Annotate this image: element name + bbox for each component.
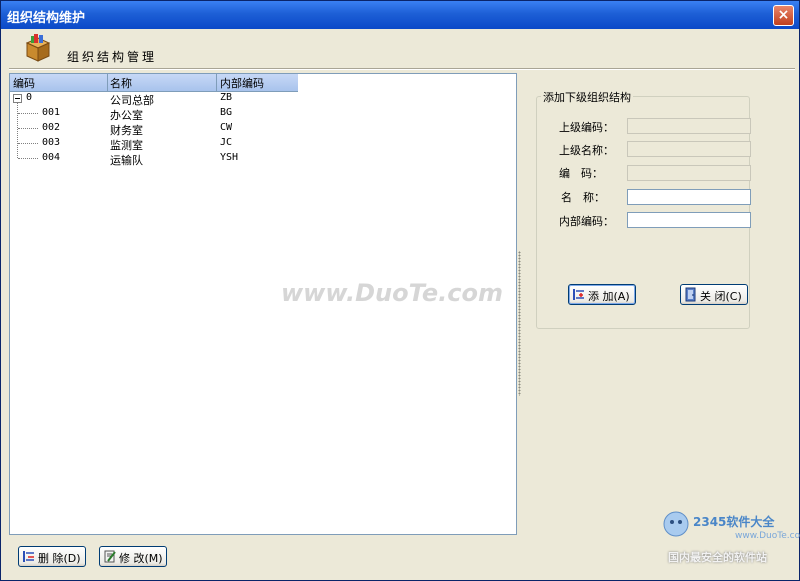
delete-icon (23, 551, 34, 562)
tree-row[interactable]: 004 运输队 YSH (10, 152, 310, 167)
tree-row[interactable]: 001 办公室 BG (10, 107, 310, 122)
parent-name-field (627, 141, 751, 157)
modify-button-label: 修 改(M) (119, 552, 163, 565)
tree-cell-name: 办公室 (110, 109, 143, 122)
code-input (628, 166, 750, 181)
splitter-handle[interactable] (518, 251, 521, 396)
parent-code-label: 上级编码： (559, 121, 614, 134)
column-separator[interactable] (216, 74, 217, 91)
group-title: 添加下级组织结构 (541, 89, 633, 105)
delete-button[interactable]: 删 除(D) (18, 546, 86, 567)
parent-name-label: 上级名称： (559, 144, 614, 157)
modify-button[interactable]: 修 改(M) (99, 546, 167, 567)
column-separator[interactable] (107, 74, 108, 91)
tree-cell-name: 监测室 (110, 139, 143, 152)
door-icon (685, 287, 696, 302)
tree-row[interactable]: 002 财务室 CW (10, 122, 310, 137)
code-label: 编 码： (559, 167, 603, 180)
tree-cell-code: 002 (42, 122, 61, 133)
page-title: 组织结构管理 (67, 50, 158, 64)
collapse-icon[interactable] (13, 94, 22, 103)
close-button[interactable]: 关 闭(C) (680, 284, 748, 305)
watermark-text: www.DuoTe.com (281, 279, 503, 307)
tree-cell-name: 运输队 (110, 154, 143, 167)
tree-row[interactable]: 003 监测室 JC (10, 137, 310, 152)
tree-cell-name: 公司总部 (110, 94, 154, 107)
watermark-brand: 2345软件大全 (693, 515, 775, 529)
tree-row-root[interactable]: 0 公司总部 ZB (10, 92, 310, 107)
tree-cell-code: 001 (42, 107, 61, 118)
window: 组织结构维护 × 组织结构管理 编码 名称 内部编码 0 公司总部 ZB 001… (0, 0, 800, 581)
tree-cell-code: 003 (42, 137, 61, 148)
internal-code-label: 内部编码： (559, 215, 614, 228)
name-label: 名 称： (561, 191, 605, 204)
column-header-name[interactable]: 名称 (110, 75, 132, 91)
window-title: 组织结构维护 (7, 11, 86, 26)
watermark-url: www.DuoTe.com (735, 531, 800, 541)
add-button-label: 添 加(A) (588, 290, 630, 303)
delete-button-label: 删 除(D) (38, 552, 81, 565)
tree-cell-internal: YSH (220, 152, 239, 163)
tree-cell-name: 财务室 (110, 124, 143, 137)
column-header-internal-code[interactable]: 内部编码 (220, 75, 264, 91)
title-bar[interactable]: 组织结构维护 × (1, 1, 799, 29)
tree-cell-internal: ZB (220, 92, 233, 103)
parent-code-field (627, 118, 751, 134)
tree-cell-code: 004 (42, 152, 61, 163)
code-field (627, 165, 751, 181)
name-field[interactable] (627, 189, 751, 205)
close-button-label: 关 闭(C) (700, 290, 742, 303)
add-button[interactable]: 添 加(A) (568, 284, 636, 305)
tree-cell-internal: CW (220, 122, 233, 133)
internal-code-input[interactable] (628, 213, 750, 228)
name-input[interactable] (628, 190, 750, 205)
parent-name-input (628, 142, 750, 157)
tree-header: 编码 名称 内部编码 (10, 74, 298, 92)
tree-cell-code: 0 (26, 92, 33, 103)
header-divider (9, 68, 795, 70)
box-icon (25, 34, 51, 62)
mascot-logo-icon (663, 511, 689, 537)
column-header-code[interactable]: 编码 (13, 75, 35, 91)
watermark-slogan: 国内最安全的软件站 (668, 551, 767, 564)
close-window-button[interactable]: × (773, 5, 794, 26)
tree-cell-internal: BG (220, 107, 233, 118)
internal-code-field[interactable] (627, 212, 751, 228)
parent-code-input (628, 119, 750, 134)
tree-cell-internal: JC (220, 137, 233, 148)
edit-icon (104, 550, 116, 563)
add-icon (573, 289, 584, 300)
